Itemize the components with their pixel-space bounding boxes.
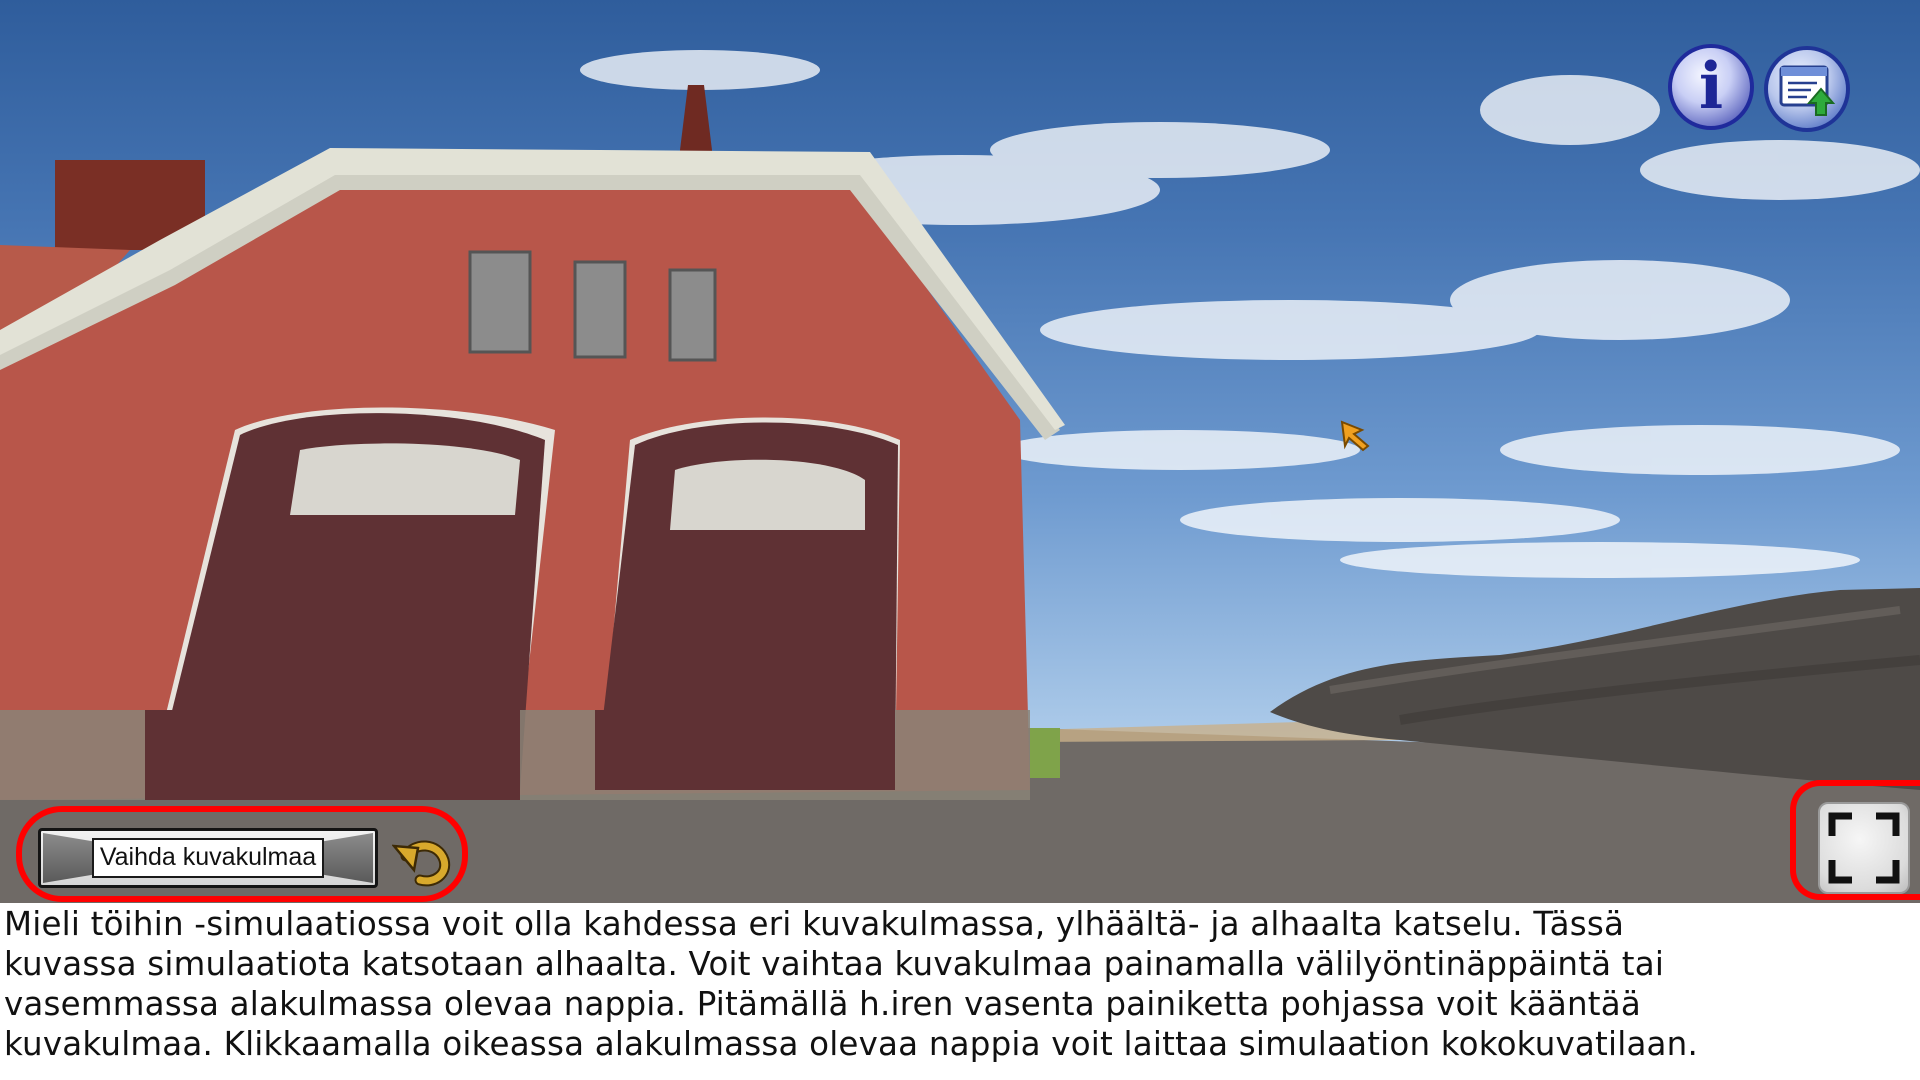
switch-camera-button[interactable]: Vaihda kuvakulmaa [38, 828, 378, 888]
fullscreen-button[interactable] [1818, 802, 1910, 894]
button-cap-right [319, 833, 373, 883]
button-cap-left [43, 833, 97, 883]
info-icon: i [1698, 49, 1724, 124]
simulation-viewport[interactable]: i [0, 0, 1920, 903]
rotate-camera-icon [391, 840, 451, 887]
fullscreen-icon [1828, 812, 1900, 884]
export-window-icon [1779, 65, 1836, 116]
instruction-text: Mieli töihin -simulaatiossa voit olla ka… [4, 905, 1699, 1063]
info-button[interactable]: i [1668, 44, 1754, 130]
export-button[interactable] [1764, 46, 1850, 132]
3d-scene [0, 50, 1920, 903]
reset-camera-button[interactable] [391, 836, 452, 888]
switch-camera-label: Vaihda kuvakulmaa [91, 838, 325, 878]
